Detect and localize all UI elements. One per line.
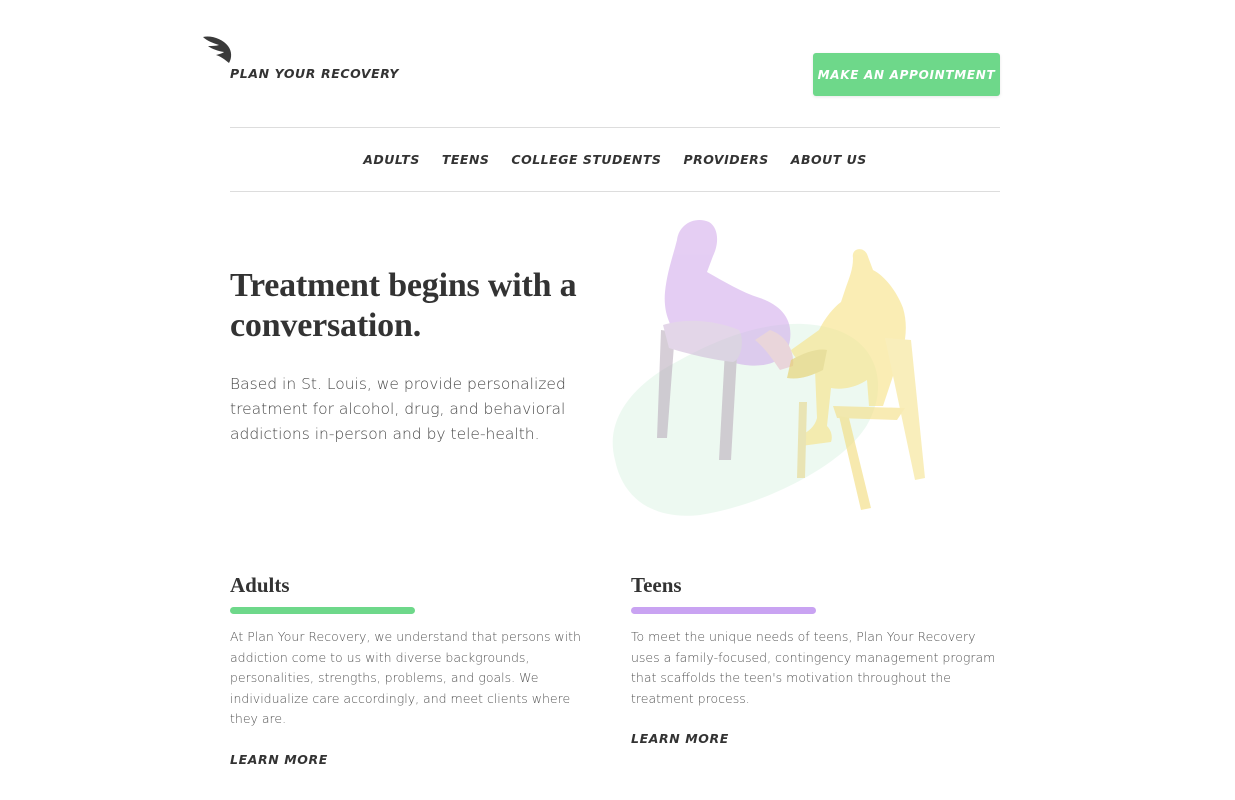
conversation-illustration: [612, 220, 925, 516]
card-accent-bar: [631, 607, 816, 614]
nav-item-college-students[interactable]: COLLEGE STUDENTS: [511, 152, 661, 167]
hero-description: Based in St. Louis, we provide personali…: [230, 375, 566, 443]
learn-more-link[interactable]: LEARN MORE: [230, 752, 328, 767]
make-appointment-button[interactable]: MAKE AN APPOINTMENT: [813, 53, 1000, 96]
card-accent-bar: [230, 607, 415, 614]
nav-item-about-us[interactable]: ABOUT US: [791, 152, 867, 167]
brand-name[interactable]: PLAN YOUR RECOVERY: [230, 66, 399, 81]
card-adults: Adults At Plan Your Recovery, we underst…: [230, 572, 595, 768]
nav-divider-bottom: [230, 191, 1000, 192]
nav-item-adults[interactable]: ADULTS: [363, 152, 420, 167]
learn-more-link[interactable]: LEARN MORE: [631, 731, 729, 746]
wing-icon[interactable]: [201, 33, 235, 65]
card-title: Adults: [230, 573, 290, 597]
card-title: Teens: [631, 573, 682, 597]
card-description: At Plan Your Recovery, we understand tha…: [230, 629, 581, 726]
nav-item-teens[interactable]: TEENS: [442, 152, 490, 167]
hero-title: Treatment begins with a conversation.: [230, 267, 577, 344]
main-nav: ADULTS TEENS COLLEGE STUDENTS PROVIDERS …: [230, 127, 1000, 191]
page: PLAN YOUR RECOVERY MAKE AN APPOINTMENT A…: [0, 0, 1235, 800]
card-description: To meet the unique needs of teens, Plan …: [631, 629, 996, 706]
card-teens: Teens To meet the unique needs of teens,…: [631, 572, 1001, 747]
nav-item-providers[interactable]: PROVIDERS: [683, 152, 768, 167]
